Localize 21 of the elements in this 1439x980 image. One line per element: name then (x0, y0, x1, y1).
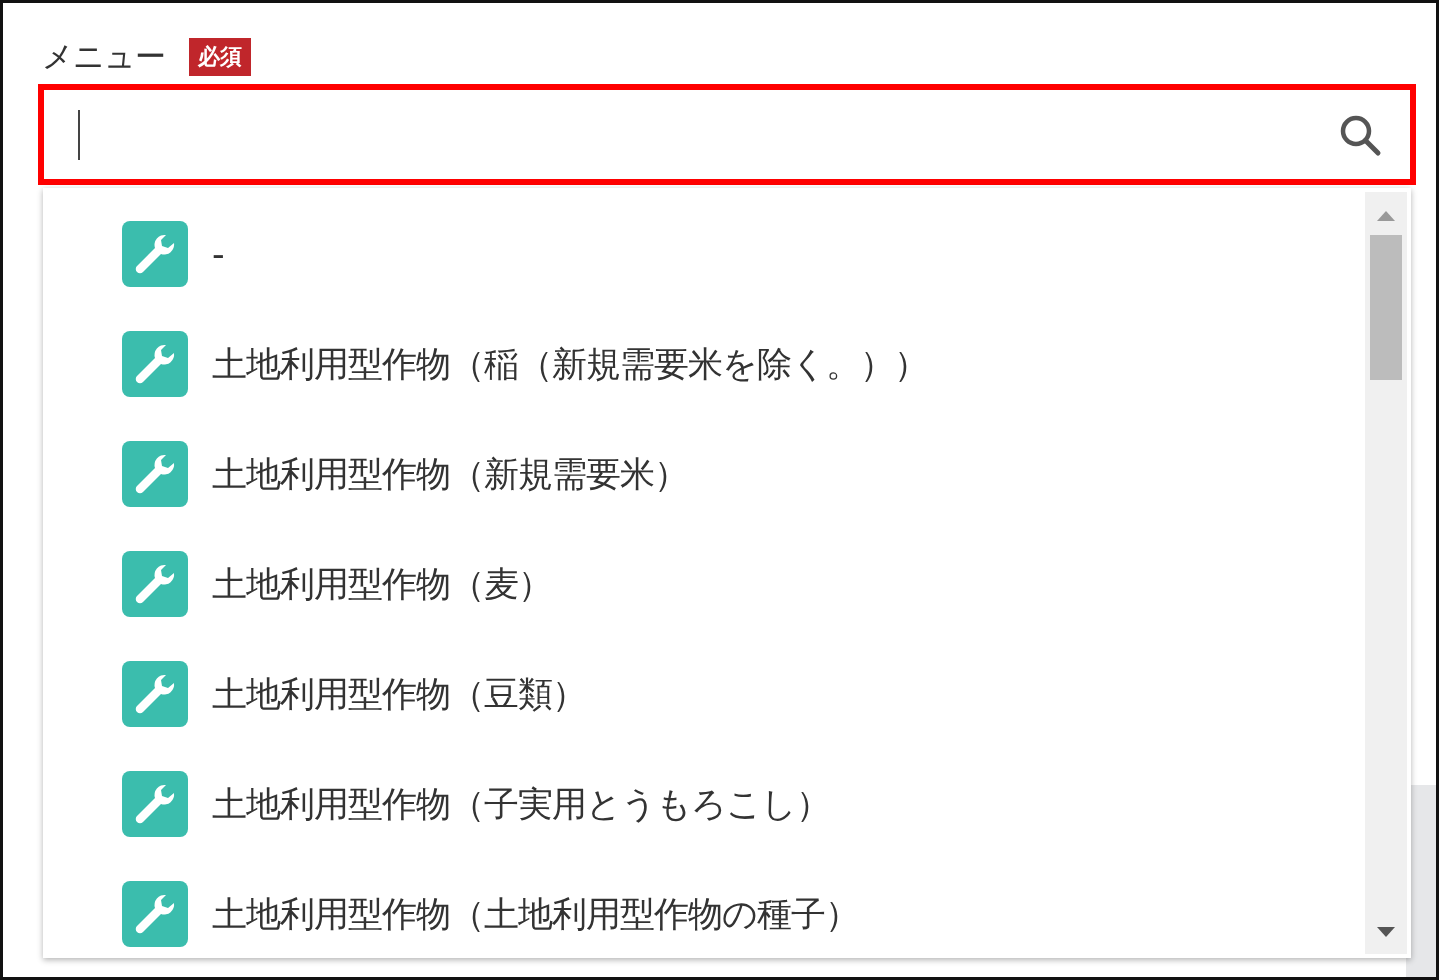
menu-option[interactable]: 土地利用型作物（稲（新規需要米を除く。）） (122, 309, 1411, 419)
wrench-icon (122, 881, 188, 947)
wrench-icon (122, 441, 188, 507)
menu-option[interactable]: - (122, 199, 1411, 309)
scroll-up-icon[interactable] (1376, 210, 1396, 222)
wrench-icon (122, 221, 188, 287)
scrollbar[interactable] (1365, 192, 1407, 954)
menu-option[interactable]: 土地利用型作物（麦） (122, 529, 1411, 639)
wrench-icon (122, 771, 188, 837)
wrench-icon (122, 661, 188, 727)
field-label: メニュー (42, 37, 165, 76)
text-cursor (78, 109, 80, 160)
menu-option[interactable]: 土地利用型作物（子実用とうもろこし） (122, 749, 1411, 859)
menu-option[interactable]: 土地利用型作物（新規需要米） (122, 419, 1411, 529)
scroll-thumb[interactable] (1370, 235, 1402, 380)
wrench-icon (122, 551, 188, 617)
menu-option[interactable]: 土地利用型作物（土地利用型作物の種子） (122, 859, 1411, 958)
menu-option[interactable]: 土地利用型作物（豆類） (122, 639, 1411, 749)
required-badge: 必須 (189, 38, 251, 76)
scroll-down-icon[interactable] (1376, 926, 1396, 938)
wrench-icon (122, 331, 188, 397)
